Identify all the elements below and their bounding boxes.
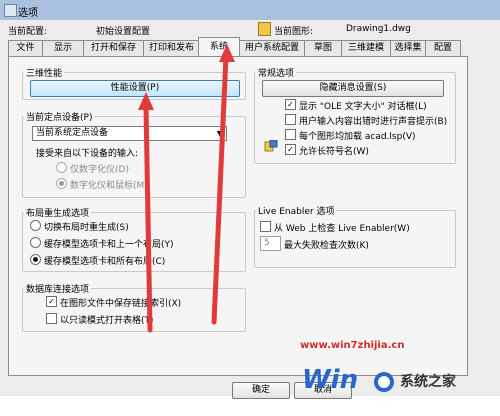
annotation-arrowhead-tab xyxy=(219,44,235,62)
annotation-arrowhead-button xyxy=(138,92,154,110)
annotation-arrow-to-tab xyxy=(211,53,229,325)
annotation-arrows xyxy=(138,44,235,333)
annotation-arrow-to-button xyxy=(143,103,153,333)
